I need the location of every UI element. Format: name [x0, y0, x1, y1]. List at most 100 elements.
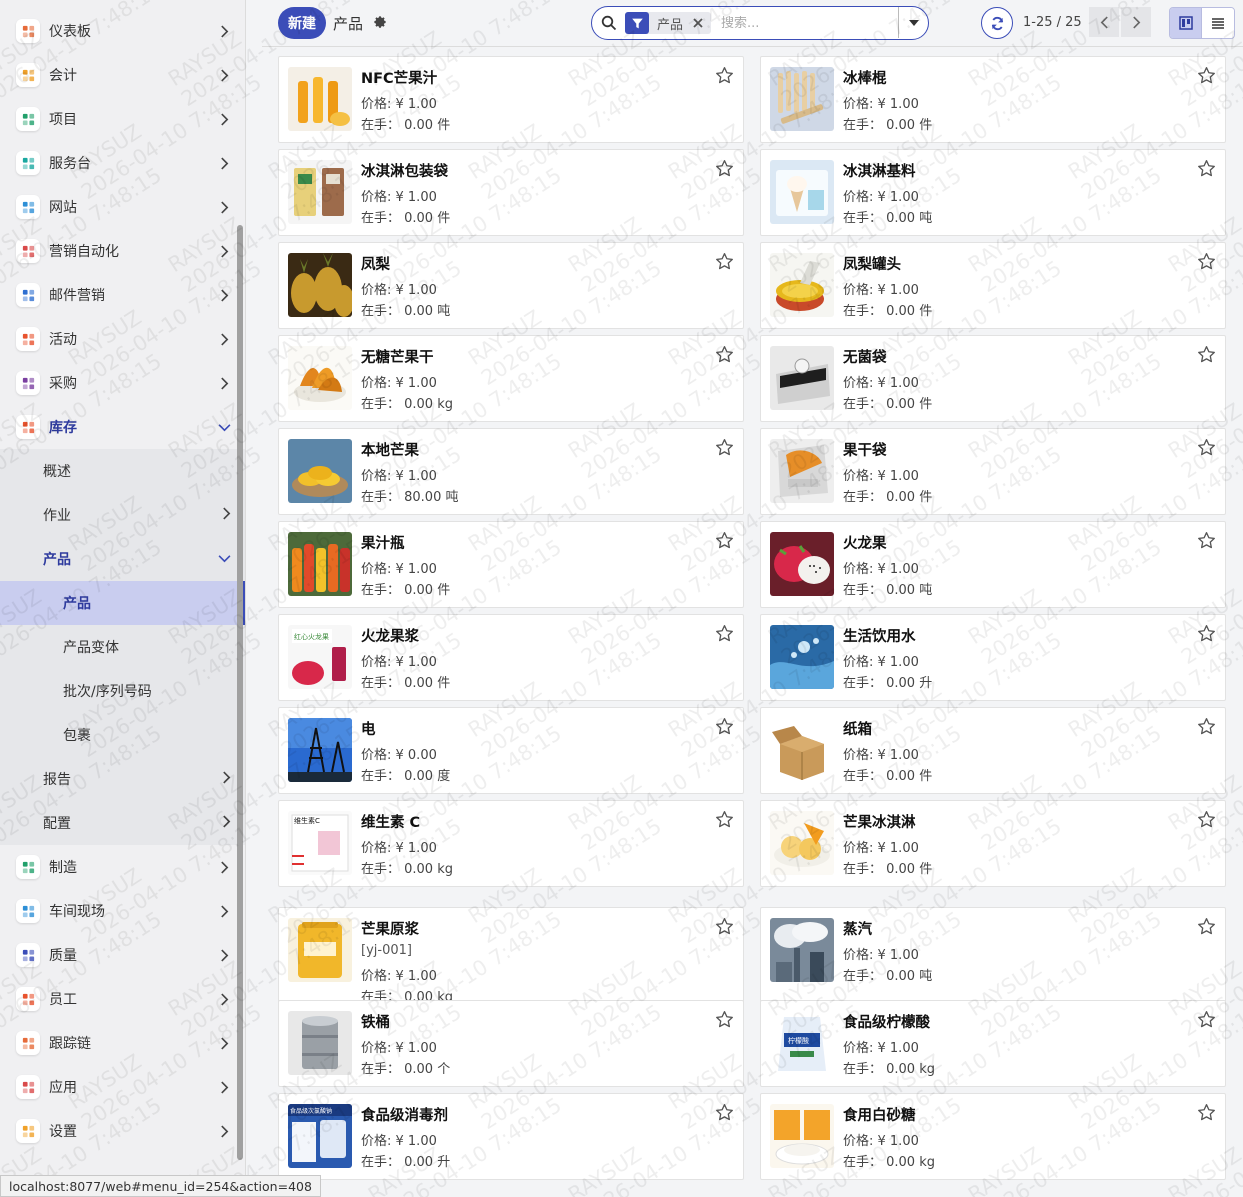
- sidebar-subitem[interactable]: 报告: [0, 757, 245, 801]
- product-card[interactable]: 柠檬酸 食品级柠檬酸 价格: ¥ 1.00 在手： 0.00 kg: [760, 1000, 1226, 1087]
- sidebar-subitem-product[interactable]: 产品: [0, 581, 245, 625]
- star-icon[interactable]: [1197, 917, 1217, 937]
- sidebar-subitem-product[interactable]: 批次/序列号码: [0, 669, 245, 713]
- product-card[interactable]: 铁桶 价格: ¥ 1.00 在手： 0.00 个: [278, 1000, 744, 1087]
- sidebar-subitem-product[interactable]: 包裹: [0, 713, 245, 757]
- product-card[interactable]: 冰淇淋包装袋 价格: ¥ 1.00 在手： 0.00 件: [278, 149, 744, 236]
- product-card[interactable]: 蒸汽 价格: ¥ 1.00 在手： 0.00 吨: [760, 907, 1226, 1014]
- sidebar-subitem-product[interactable]: 产品变体: [0, 625, 245, 669]
- product-card[interactable]: 果汁瓶 价格: ¥ 1.00 在手： 0.00 件: [278, 521, 744, 608]
- product-card[interactable]: 纸箱 价格: ¥ 1.00 在手： 0.00 件: [760, 707, 1226, 794]
- star-icon[interactable]: [715, 531, 735, 551]
- close-icon[interactable]: [691, 16, 705, 30]
- product-on-hand: 在手： 0.00 吨: [843, 969, 933, 984]
- product-on-hand: 在手： 0.00 kg: [843, 1062, 935, 1077]
- star-icon[interactable]: [715, 438, 735, 458]
- star-icon[interactable]: [1197, 1010, 1217, 1030]
- product-card[interactable]: 食用白砂糖 价格: ¥ 1.00 在手： 0.00 kg: [760, 1093, 1226, 1180]
- product-price: 价格: ¥ 1.00: [361, 841, 437, 856]
- star-icon[interactable]: [1197, 1103, 1217, 1123]
- sidebar-item-settings[interactable]: 设置: [0, 1109, 245, 1153]
- sidebar-item-quality[interactable]: 质量: [0, 933, 245, 977]
- sidebar-item-apps[interactable]: 应用: [0, 1065, 245, 1109]
- events-icon: [16, 327, 40, 351]
- product-card[interactable]: 芒果原浆 [yj-001] 价格: ¥ 1.00 在手： 0.00 kg: [278, 907, 744, 1014]
- sidebar-item-project[interactable]: 项目: [0, 97, 245, 141]
- sidebar-item-label: 活动: [49, 332, 77, 348]
- product-card[interactable]: 本地芒果 价格: ¥ 1.00 在手： 80.00 吨: [278, 428, 744, 515]
- star-icon[interactable]: [1197, 624, 1217, 644]
- product-name: 冰淇淋基料: [843, 164, 916, 180]
- product-price: 价格: ¥ 1.00: [843, 655, 919, 670]
- gear-icon[interactable]: [373, 15, 387, 29]
- star-icon[interactable]: [1197, 159, 1217, 179]
- sidebar-item-helpdesk[interactable]: 服务台: [0, 141, 245, 185]
- product-on-hand: 在手： 0.00 件: [843, 304, 933, 319]
- accounting-icon: [16, 63, 40, 87]
- sidebar-scrollbar[interactable]: [237, 225, 243, 1160]
- search-input[interactable]: [721, 15, 872, 31]
- star-icon[interactable]: [715, 345, 735, 365]
- product-card[interactable]: 维生素C 维生素 C 价格: ¥ 1.00 在手： 0.00 kg: [278, 800, 744, 887]
- star-icon[interactable]: [1197, 66, 1217, 86]
- product-price: 价格: ¥ 0.00: [361, 748, 437, 763]
- product-price: 价格: ¥ 1.00: [361, 469, 437, 484]
- star-icon[interactable]: [715, 717, 735, 737]
- sidebar-item-shop-floor[interactable]: 车间现场: [0, 889, 245, 933]
- sidebar-item-manufacturing[interactable]: 制造: [0, 845, 245, 889]
- sidebar-subitem[interactable]: 配置: [0, 801, 245, 845]
- sidebar-item-accounting[interactable]: 会计: [0, 53, 245, 97]
- sidebar-item-events[interactable]: 活动: [0, 317, 245, 361]
- star-icon[interactable]: [1197, 438, 1217, 458]
- pager-previous-button[interactable]: [1089, 7, 1119, 37]
- product-card[interactable]: 无糖芒果干 价格: ¥ 1.00 在手： 0.00 kg: [278, 335, 744, 422]
- chevron-right-icon: [217, 1124, 231, 1138]
- product-card[interactable]: 冰棒棍 价格: ¥ 1.00 在手： 0.00 件: [760, 56, 1226, 143]
- product-image: [288, 718, 352, 782]
- product-card[interactable]: 火龙果 价格: ¥ 1.00 在手： 0.00 吨: [760, 521, 1226, 608]
- sidebar-item-marketing-automation[interactable]: 营销自动化: [0, 229, 245, 273]
- list-view-button[interactable]: [1202, 8, 1234, 38]
- sidebar-item-website[interactable]: 网站: [0, 185, 245, 229]
- sidebar-item-email-marketing[interactable]: 邮件营销: [0, 273, 245, 317]
- star-icon[interactable]: [715, 1010, 735, 1030]
- product-card[interactable]: 果干袋 价格: ¥ 1.00 在手： 0.00 件: [760, 428, 1226, 515]
- star-icon[interactable]: [1197, 531, 1217, 551]
- sidebar-item-dashboard[interactable]: 仪表板: [0, 9, 245, 53]
- star-icon[interactable]: [715, 917, 735, 937]
- star-icon[interactable]: [715, 252, 735, 272]
- search-icon[interactable]: [601, 15, 617, 31]
- star-icon[interactable]: [1197, 810, 1217, 830]
- product-card[interactable]: 红心火龙果 火龙果浆 价格: ¥ 1.00 在手： 0.00 件: [278, 614, 744, 701]
- star-icon[interactable]: [715, 810, 735, 830]
- refresh-button[interactable]: [981, 7, 1013, 39]
- product-card[interactable]: NFC芒果汁 价格: ¥ 1.00 在手： 0.00 件: [278, 56, 744, 143]
- star-icon[interactable]: [715, 624, 735, 644]
- product-card[interactable]: 生活饮用水 价格: ¥ 1.00 在手： 0.00 升: [760, 614, 1226, 701]
- sidebar-item-inventory[interactable]: 库存: [0, 405, 245, 449]
- product-card[interactable]: 无菌袋 价格: ¥ 1.00 在手： 0.00 件: [760, 335, 1226, 422]
- product-card[interactable]: 芒果冰淇淋 价格: ¥ 1.00 在手： 0.00 件: [760, 800, 1226, 887]
- sidebar-subitem[interactable]: 产品: [0, 537, 245, 581]
- sidebar-item-employees[interactable]: 员工: [0, 977, 245, 1021]
- sidebar-subitem[interactable]: 概述: [0, 449, 245, 493]
- star-icon[interactable]: [715, 159, 735, 179]
- new-button[interactable]: 新建: [278, 7, 326, 39]
- pager-next-button[interactable]: [1121, 7, 1151, 37]
- star-icon[interactable]: [1197, 717, 1217, 737]
- product-card[interactable]: 凤梨罐头 价格: ¥ 1.00 在手： 0.00 件: [760, 242, 1226, 329]
- search-options-toggle[interactable]: [898, 7, 928, 38]
- star-icon[interactable]: [1197, 345, 1217, 365]
- product-card[interactable]: 冰淇淋基料 价格: ¥ 1.00 在手： 0.00 吨: [760, 149, 1226, 236]
- pager-value[interactable]: 1-25 / 25: [1023, 15, 1082, 30]
- product-card[interactable]: 食品级次氯酸钠 食品级消毒剂 价格: ¥ 1.00 在手： 0.00 升: [278, 1093, 744, 1180]
- sidebar-item-traceability[interactable]: 跟踪链: [0, 1021, 245, 1065]
- product-card[interactable]: 凤梨 价格: ¥ 1.00 在手： 0.00 吨: [278, 242, 744, 329]
- star-icon[interactable]: [1197, 252, 1217, 272]
- star-icon[interactable]: [715, 66, 735, 86]
- star-icon[interactable]: [715, 1103, 735, 1123]
- sidebar-item-purchase[interactable]: 采购: [0, 361, 245, 405]
- product-card[interactable]: 电价格: ¥ 0.00 在手： 0.00 度: [278, 707, 744, 794]
- sidebar-subitem[interactable]: 作业: [0, 493, 245, 537]
- kanban-view-button[interactable]: [1170, 8, 1203, 38]
